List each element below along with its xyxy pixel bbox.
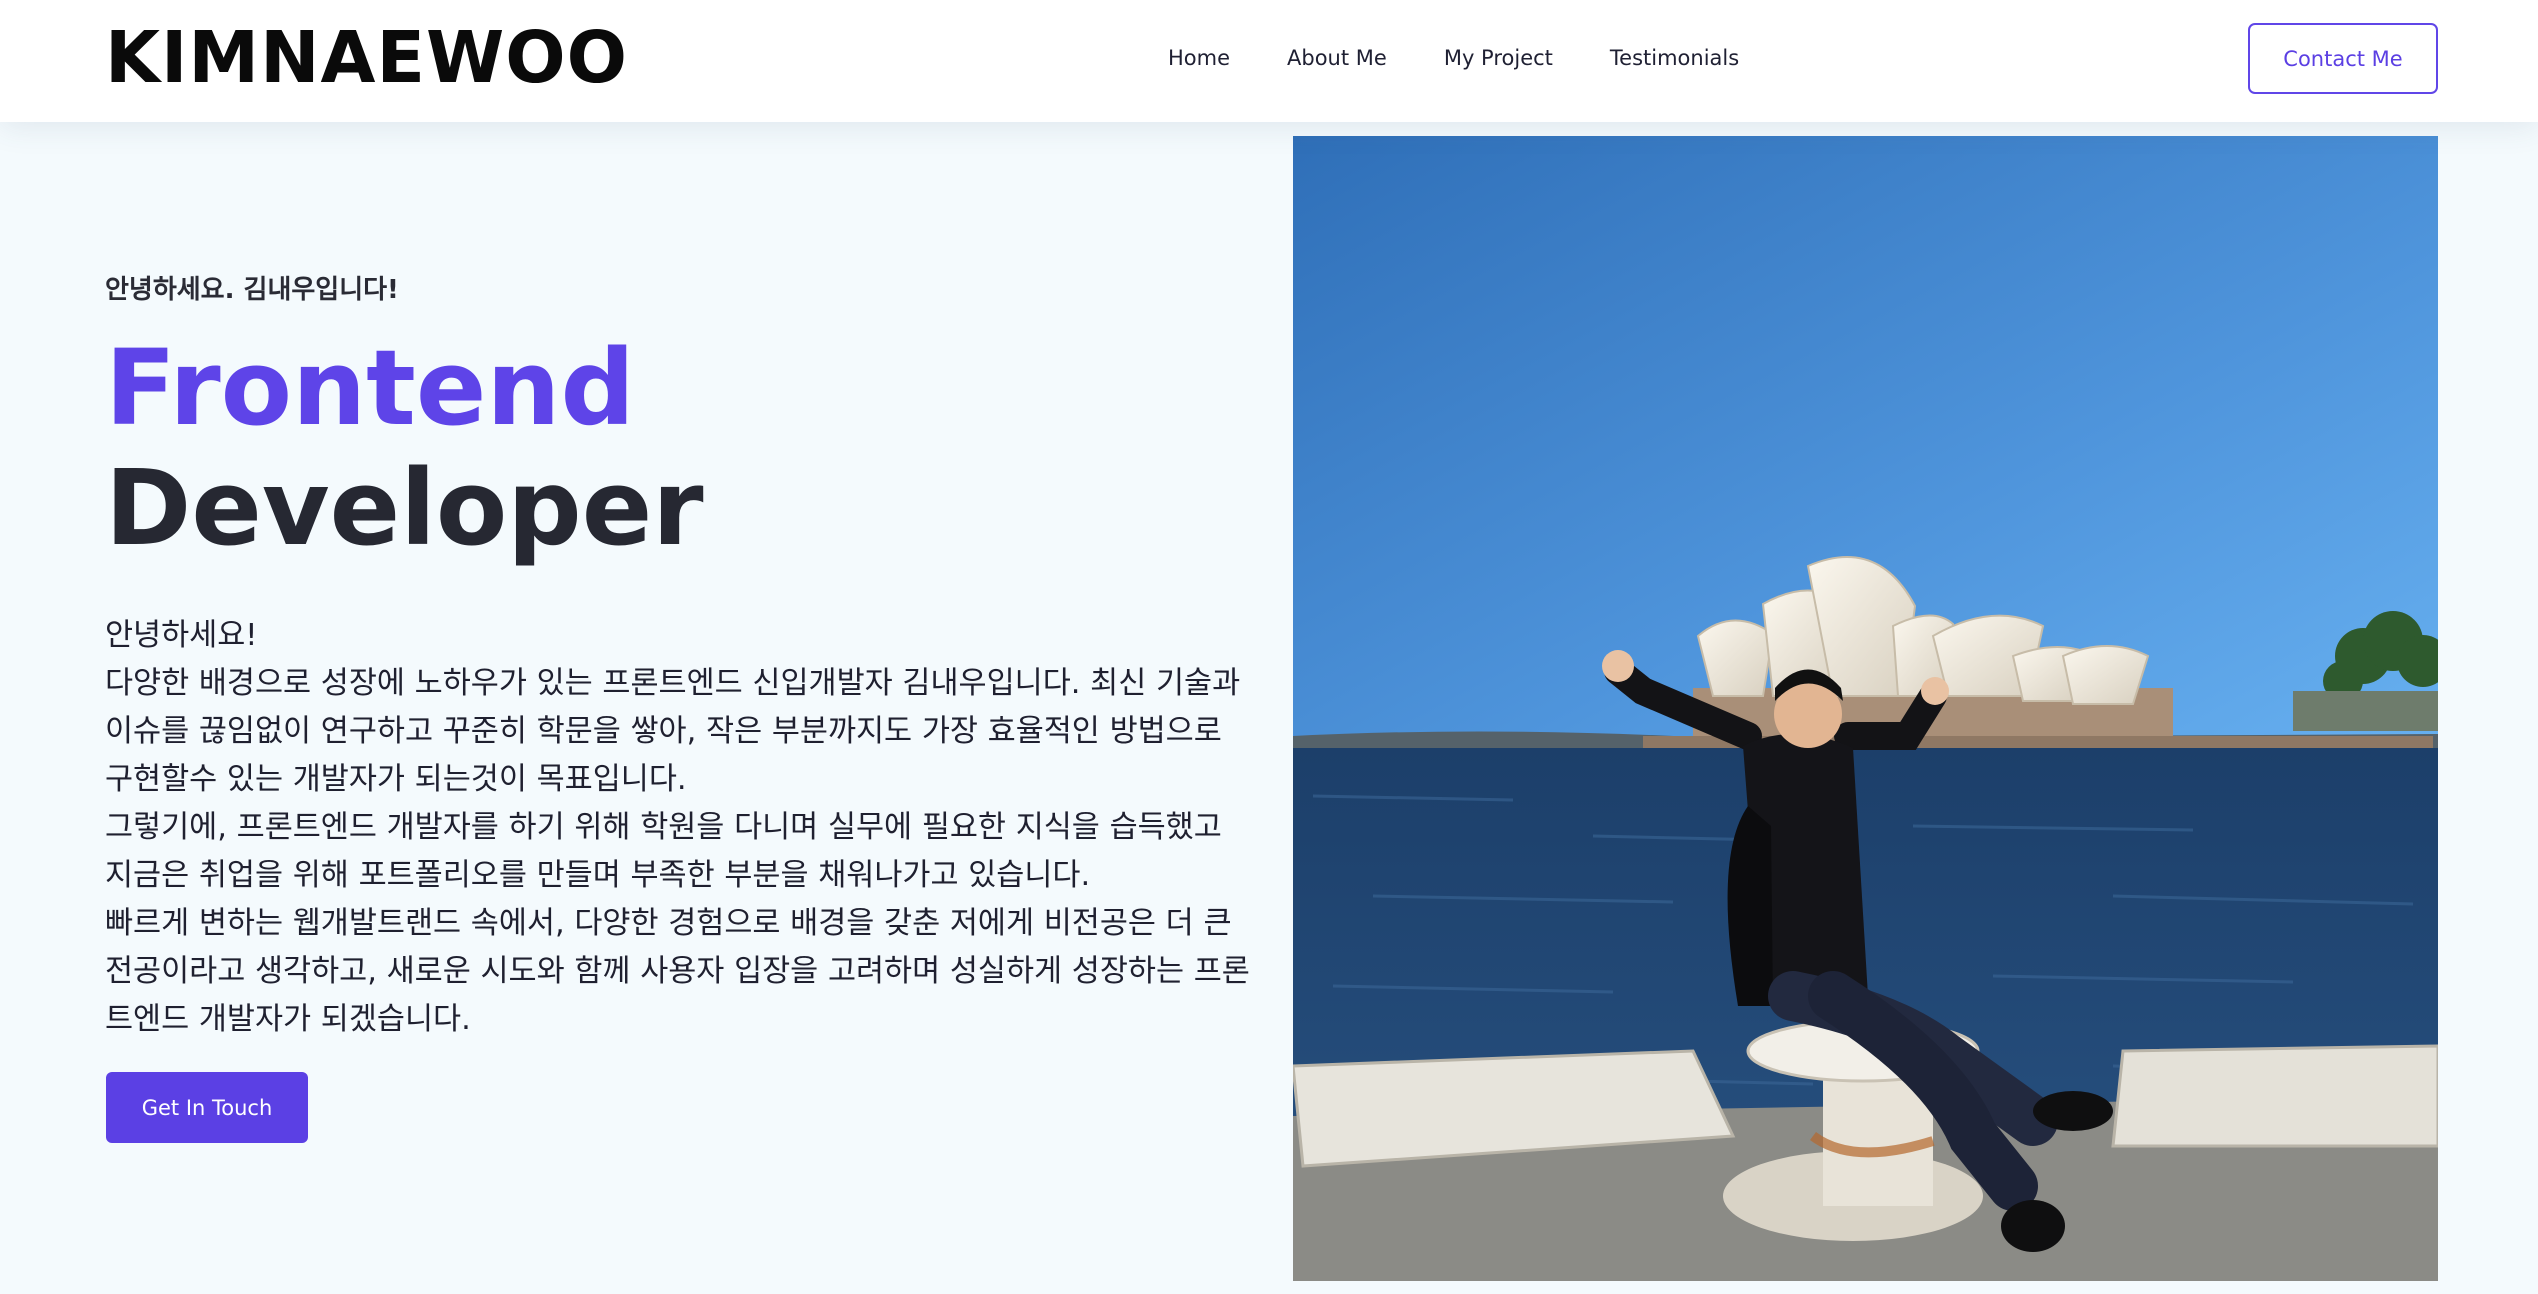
nav-about-me-link[interactable]: About Me [1287,38,1387,78]
description-paragraph-goal: 다양한 배경으로 성장에 노하우가 있는 프론트엔드 신입개발자 김내우입니다.… [105,666,1241,797]
hero-intro: 안녕하세요. 김내우입니다! Frontend Developer 안녕하세요!… [105,270,1255,1044]
hero-title-frontend: Frontend [105,327,635,449]
description-paragraph-vision: 빠르게 변하는 웹개발트랜드 속에서, 다양한 경험으로 배경을 갖춘 저에게 … [105,906,1250,1037]
profile-photo [1293,136,2438,1281]
hero-greeting: 안녕하세요. 김내우입니다! [105,275,399,305]
hero-description: 안녕하세요! 다양한 배경으로 성장에 노하우가 있는 프론트엔드 신입개발자 … [105,612,1255,1044]
concrete-block-right [2111,1044,2438,1148]
nav-my-project-link[interactable]: My Project [1444,38,1553,78]
main-nav: Home About Me My Project Testimonials [1168,38,1796,78]
nav-testimonials-link[interactable]: Testimonials [1610,38,1739,78]
description-paragraph-study: 그렇기에, 프론트엔드 개발자를 하기 위해 학원을 다니며 실무에 필요한 지… [105,810,1222,893]
site-logo[interactable]: KIMNAEWOO [105,8,628,108]
get-in-touch-button[interactable]: Get In Touch [106,1072,308,1143]
contact-me-button[interactable]: Contact Me [2248,23,2438,94]
site-header: KIMNAEWOO Home About Me My Project Testi… [0,0,2538,122]
nav-home-link[interactable]: Home [1168,38,1230,78]
description-line-hello: 안녕하세요! [105,618,258,653]
hero-title-developer: Developer [105,447,704,569]
